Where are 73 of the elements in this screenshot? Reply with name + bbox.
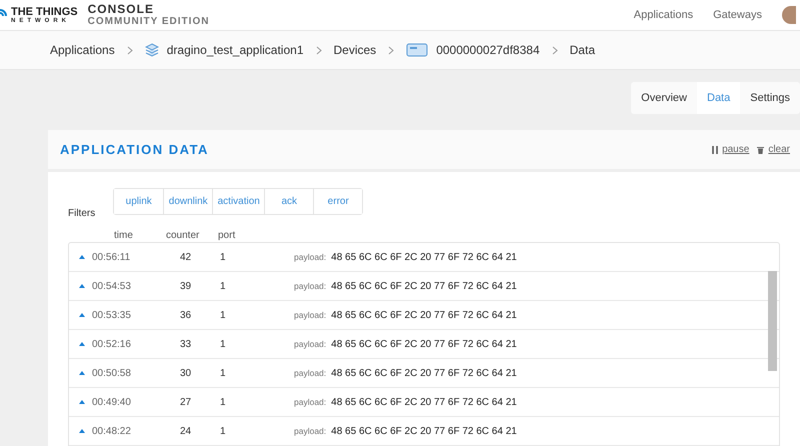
payload-cell-text: 48 65 6C 6C 6F 2C 20 77 6F 72 6C 64 21 [331, 308, 517, 322]
uplink-arrow-icon [79, 371, 85, 375]
tab[interactable]: Data [697, 82, 740, 114]
port-cell-text: 1 [220, 424, 227, 438]
time-cell-text: 00:52:16 [92, 338, 132, 352]
port-cell-text: 1 [220, 250, 227, 264]
filter-button[interactable]: error [313, 189, 362, 214]
payload-label: payload: [294, 280, 326, 292]
payload-cell-text: 48 65 6C 6C 6F 2C 20 77 6F 72 6C 64 21 [331, 280, 517, 294]
uplink-arrow-icon [79, 284, 85, 288]
payload-label: payload: [294, 366, 326, 380]
column-header: counter [166, 229, 200, 243]
edition-subtitle: COMMUNITY EDITION [88, 17, 210, 27]
counter-cell-text: 33 [180, 338, 192, 352]
nav-link[interactable]: Gateways [713, 6, 762, 24]
uplink-arrow-icon [79, 313, 85, 317]
time-cell-text: 00:48:22 [92, 424, 132, 438]
time-cell-text: 00:56:11 [92, 250, 132, 264]
breadcrumb-link[interactable]: Applications [50, 41, 115, 59]
time-cell-text: 00:54:53 [92, 280, 132, 294]
counter-cell-text: 27 [180, 396, 192, 410]
column-header: time [114, 229, 134, 243]
payload-label: payload: [294, 308, 326, 322]
payload-cell-text: 48 65 6C 6C 6F 2C 20 77 6F 72 6C 64 21 [331, 338, 517, 352]
counter-cell-text: 30 [180, 366, 192, 380]
breadcrumb-link[interactable]: Data [570, 41, 595, 59]
payload-label: payload: [294, 338, 326, 350]
filters-label: Filters [68, 207, 96, 221]
uplink-arrow-icon [79, 429, 85, 433]
logo-text: THE THINGS [11, 6, 78, 18]
port-cell-text: 1 [220, 338, 227, 352]
port-cell-text: 1 [220, 308, 227, 322]
pause-icon [712, 146, 718, 154]
tab[interactable]: Settings [740, 82, 800, 114]
layers-icon [144, 43, 159, 57]
breadcrumb-link[interactable]: Devices [334, 41, 376, 59]
payload-label: payload: [294, 424, 326, 438]
uplink-arrow-icon [79, 400, 85, 404]
uplink-arrow-icon [79, 255, 85, 259]
nav-link[interactable]: Applications [634, 6, 694, 24]
pause-link[interactable]: pause [722, 142, 750, 157]
chevron-icon [316, 46, 322, 54]
device-card-icon [406, 43, 428, 57]
payload-label: payload: [294, 250, 326, 264]
column-header: port [218, 229, 236, 243]
chevron-icon [388, 46, 394, 54]
payload-cell-text: 48 65 6C 6C 6F 2C 20 77 6F 72 6C 64 21 [331, 396, 517, 410]
trash-icon [757, 146, 764, 154]
card-title: APPLICATION DATA [60, 140, 209, 159]
chevron-icon [126, 46, 133, 54]
port-cell-text: 1 [220, 366, 227, 380]
avatar[interactable] [782, 6, 796, 24]
console-title: CONSOLE [88, 3, 155, 15]
scrollbar[interactable] [768, 271, 777, 371]
time-cell-text: 00:53:35 [92, 308, 132, 322]
payload-cell-text: 48 65 6C 6C 6F 2C 20 77 6F 72 6C 64 21 [331, 366, 517, 380]
tab[interactable]: Overview [631, 82, 697, 114]
counter-cell-text: 39 [180, 280, 192, 294]
breadcrumb-link[interactable]: 0000000027df8384 [436, 41, 540, 59]
counter-cell-text: 36 [180, 308, 192, 322]
payload-cell-text: 48 65 6C 6C 6F 2C 20 77 6F 72 6C 64 21 [331, 250, 517, 264]
payload-label: payload: [294, 396, 326, 408]
time-cell-text: 00:49:40 [92, 396, 132, 410]
time-cell-text: 00:50:58 [92, 366, 132, 380]
uplink-arrow-icon [79, 342, 85, 346]
breadcrumb-link[interactable]: dragino_test_application1 [166, 41, 304, 59]
clear-link[interactable]: clear [768, 142, 790, 157]
counter-cell-text: 24 [180, 424, 192, 438]
port-cell-text: 1 [220, 280, 227, 294]
chevron-icon [552, 46, 558, 54]
payload-cell-text: 48 65 6C 6C 6F 2C 20 77 6F 72 6C 64 21 [331, 424, 517, 438]
counter-cell-text: 42 [180, 250, 192, 264]
port-cell-text: 1 [220, 396, 227, 410]
